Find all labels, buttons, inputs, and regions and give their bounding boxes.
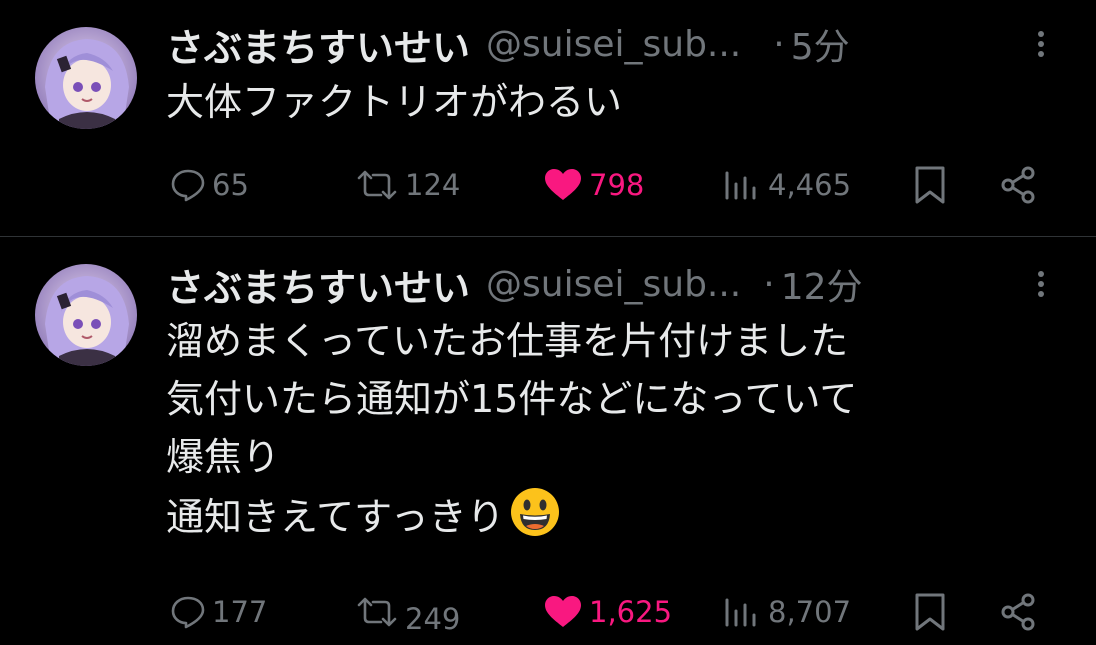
share-button[interactable] (998, 160, 1038, 210)
reply-count: 65 (212, 168, 249, 202)
more-icon[interactable] (1026, 267, 1056, 301)
separator-dot: · (763, 263, 775, 305)
tweet[interactable]: さぶまちすいせい @suisei_sub... · 12分 溜めまくっていたお仕… (0, 237, 1096, 645)
handle[interactable]: @suisei_sub... (486, 24, 741, 65)
avatar-image (35, 27, 137, 129)
views-icon (722, 594, 762, 630)
reply-icon (170, 594, 206, 630)
retweet-icon (355, 594, 399, 630)
retweet-icon (355, 167, 399, 203)
share-icon (998, 165, 1038, 205)
share-icon (998, 592, 1038, 632)
action-bar: 177 249 1,625 8,707 (0, 587, 1096, 637)
bookmark-icon (912, 165, 948, 205)
bookmark-icon (912, 592, 948, 632)
views-button[interactable]: 8,707 (722, 587, 851, 637)
heart-icon (543, 594, 583, 630)
avatar[interactable] (35, 27, 137, 129)
retweet-count: 124 (405, 168, 461, 202)
reply-count: 177 (212, 595, 268, 629)
tweet[interactable]: さぶまちすいせい @suisei_sub... · 5分 大体ファクトリオがわる… (0, 0, 1096, 237)
views-count: 4,465 (768, 168, 852, 202)
display-name[interactable]: さぶまちすいせい (166, 17, 470, 72)
tweet-text: 大体ファクトリオがわるい (166, 80, 623, 124)
retweet-button[interactable]: 124 (355, 160, 460, 210)
share-button[interactable] (998, 587, 1038, 637)
like-button[interactable]: 798 (543, 160, 644, 210)
views-count: 8,707 (768, 595, 852, 629)
like-count: 798 (589, 168, 645, 202)
tweet-header: さぶまちすいせい @suisei_sub... · 5分 (166, 17, 1056, 72)
like-count: 1,625 (589, 595, 673, 629)
reply-button[interactable]: 177 (170, 587, 267, 637)
bookmark-button[interactable] (912, 587, 948, 637)
tweet-body: 溜めまくっていたお仕事を片付けました 気付いたら通知が15件などになっていて 爆… (166, 312, 1056, 546)
tweet-header: さぶまちすいせい @suisei_sub... · 12分 (166, 257, 1056, 312)
heart-icon (543, 167, 583, 203)
timestamp[interactable]: 12分 (781, 258, 863, 310)
bookmark-button[interactable] (912, 160, 948, 210)
action-bar: 65 124 798 4,465 (0, 160, 1096, 210)
retweet-button[interactable]: 249 (355, 587, 460, 637)
grinning-face-emoji (509, 486, 561, 538)
reply-icon (170, 167, 206, 203)
views-icon (722, 167, 762, 203)
retweet-count: 249 (405, 602, 461, 636)
avatar-image (35, 264, 137, 366)
avatar[interactable] (35, 264, 137, 366)
handle[interactable]: @suisei_sub... (486, 264, 741, 305)
views-button[interactable]: 4,465 (722, 160, 851, 210)
separator-dot: · (773, 23, 785, 65)
like-button[interactable]: 1,625 (543, 587, 672, 637)
more-icon[interactable] (1026, 27, 1056, 61)
reply-button[interactable]: 65 (170, 160, 249, 210)
timestamp[interactable]: 5分 (791, 18, 850, 70)
display-name[interactable]: さぶまちすいせい (166, 257, 470, 312)
